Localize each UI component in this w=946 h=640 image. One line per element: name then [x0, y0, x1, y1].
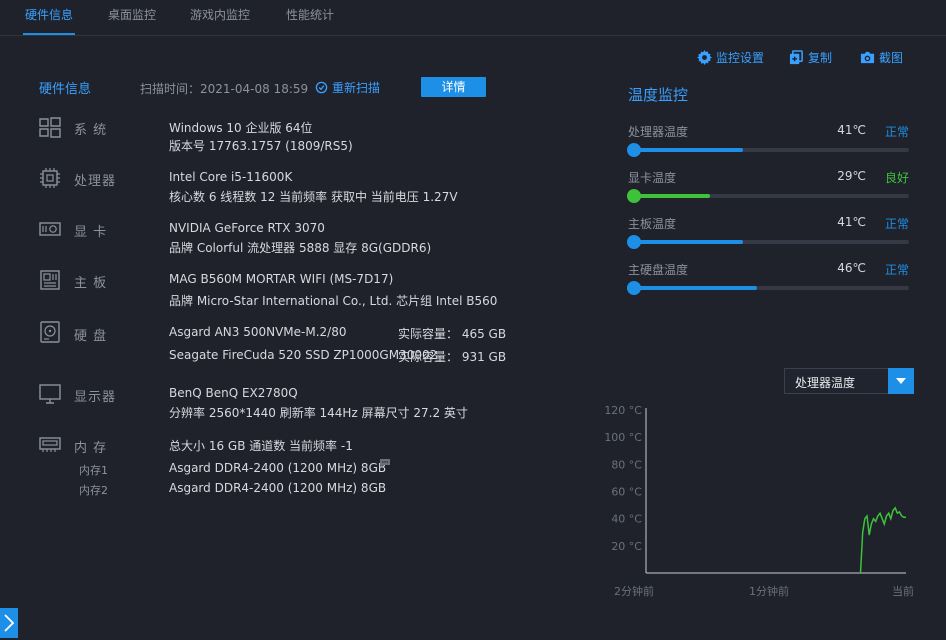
sensor-select-value: 处理器温度: [795, 376, 856, 390]
temp-status: 良好: [885, 171, 910, 185]
temp-bar: [627, 281, 909, 295]
tab-performance-stats[interactable]: 性能统计: [286, 7, 334, 35]
temp-bar-knob: [627, 143, 641, 157]
tab-desktop-monitor[interactable]: 桌面监控: [108, 7, 156, 35]
chart-y-tick-label: 100 °C: [604, 431, 642, 444]
temp-bar: [627, 189, 909, 203]
temp-bar-knob: [627, 281, 641, 295]
tab-in-game-monitor[interactable]: 游戏内监控: [190, 7, 250, 35]
disk1-name: Asgard AN3 500NVMe-M.2/80: [169, 325, 347, 339]
motherboard-line1: MAG B560M MORTAR WIFI (MS-7D17): [169, 272, 394, 286]
cpu-icon: [38, 166, 62, 190]
temp-bar-knob: [627, 235, 641, 249]
temperature-monitor-title: 温度监控: [628, 86, 689, 104]
sensor-select[interactable]: 处理器温度: [784, 368, 914, 394]
system-line1: Windows 10 企业版 64位: [169, 121, 313, 135]
temp-status: 正常: [885, 125, 910, 139]
chevron-right-icon: [4, 614, 15, 632]
temp-status: 正常: [885, 263, 910, 277]
temp-status: 正常: [885, 217, 910, 231]
temp-bar-knob: [627, 189, 641, 203]
tab-hardware-info[interactable]: 硬件信息: [22, 7, 76, 35]
rescan-button[interactable]: 重新扫描: [315, 79, 380, 96]
temp-value: 46℃: [837, 261, 866, 275]
chart-y-tick-label: 120 °C: [604, 404, 642, 417]
temp-bar-fill: [633, 148, 743, 152]
refresh-icon: [315, 81, 328, 94]
gpu-icon: [38, 217, 62, 241]
chart-y-tick-label: 20 °C: [611, 540, 642, 553]
memory-line1: 总大小 16 GB 通道数 当前频率 -1: [169, 439, 353, 453]
chart-series-line: [859, 506, 906, 574]
temp-bar: [627, 235, 909, 249]
memory-slot2-label: 内存2: [79, 484, 108, 497]
disk-label: 硬 盘: [74, 329, 108, 344]
disk2-name: Seagate FireCuda 520 SSD ZP1000GM30002: [169, 348, 438, 362]
screenshot-button[interactable]: 截图: [860, 48, 903, 66]
gpu-line1: NVIDIA GeForce RTX 3070: [169, 221, 325, 235]
chart-x-tick-label: 2分钟前: [614, 584, 654, 598]
memory-slot1: Asgard DDR4-2400 (1200 MHz) 8GB: [169, 461, 387, 475]
disk2-capacity: 实际容量： 931 GB: [398, 350, 507, 364]
temp-value: 29℃: [837, 169, 866, 183]
temp-value: 41℃: [837, 123, 866, 137]
copy-button[interactable]: 复制: [789, 48, 832, 66]
gpu-label: 显 卡: [74, 225, 108, 240]
chevron-down-icon[interactable]: [888, 368, 914, 394]
chart-x-tick-label: 1分钟前: [749, 584, 789, 598]
motherboard-line2: 品牌 Micro-Star International Co., Ltd. 芯片…: [169, 294, 498, 308]
temp-name: 显卡温度: [628, 171, 677, 185]
memory-icon: [38, 433, 62, 457]
chart-y-tick-label: 40 °C: [611, 513, 642, 526]
monitor-settings-button[interactable]: 监控设置: [697, 48, 764, 66]
temp-bar-fill: [633, 240, 743, 244]
hardware-info-title: 硬件信息: [39, 82, 92, 97]
system-line2: 版本号 17763.1757 (1809/RS5): [169, 139, 353, 153]
chart-x-tick-label: 当前: [892, 584, 914, 598]
chart-y-tick-label: 60 °C: [611, 486, 642, 499]
copy-label: 复制: [808, 50, 833, 65]
monitor-icon: [38, 382, 62, 406]
scan-time: 扫描时间：2021-04-08 18:59: [140, 82, 309, 96]
temp-bar-fill: [633, 286, 757, 290]
chart-y-tick-label: 80 °C: [611, 458, 642, 471]
temp-bar: [627, 143, 909, 157]
temp-value: 41℃: [837, 215, 866, 229]
temp-name: 主硬盘温度: [628, 263, 689, 277]
comment-icon[interactable]: [379, 458, 391, 468]
display-line2: 分辨率 2560*1440 刷新率 144Hz 屏幕尺寸 27.2 英寸: [169, 406, 468, 420]
monitor-settings-label: 监控设置: [716, 50, 765, 65]
detail-button[interactable]: 详情: [421, 77, 486, 97]
disk-icon: [38, 320, 62, 344]
temperature-chart: 120 °C 100 °C 80 °C 60 °C 40 °C 20 °C 2分钟前 1分钟前…: [604, 404, 914, 598]
cpu-label: 处理器: [74, 174, 117, 189]
memory-label: 内 存: [74, 441, 108, 456]
rescan-label: 重新扫描: [332, 81, 381, 95]
temp-bar-fill: [633, 194, 710, 198]
screenshot-label: 截图: [879, 50, 904, 65]
disk1-capacity: 实际容量： 465 GB: [398, 327, 507, 341]
motherboard-icon: [38, 268, 62, 292]
display-line1: BenQ BenQ EX2780Q: [169, 386, 298, 400]
memory-slot2: Asgard DDR4-2400 (1200 MHz) 8GB: [169, 481, 387, 495]
temp-name: 处理器温度: [628, 125, 689, 139]
copy-icon: [789, 49, 803, 64]
temp-name: 主板温度: [628, 217, 677, 231]
sidebar-toggle-button[interactable]: [0, 608, 18, 638]
motherboard-label: 主 板: [74, 276, 108, 291]
camera-icon: [860, 51, 875, 63]
system-label: 系 统: [74, 123, 108, 138]
gpu-line2: 品牌 Colorful 流处理器 5888 显存 8G(GDDR6): [169, 241, 432, 255]
cpu-line2: 核心数 6 线程数 12 当前频率 获取中 当前电压 1.27V: [169, 190, 458, 204]
windows-icon: [38, 115, 62, 139]
memory-slot1-label: 内存1: [79, 464, 108, 477]
cpu-line1: Intel Core i5-11600K: [169, 170, 293, 184]
gear-icon: [697, 49, 712, 65]
tab-bar: 硬件信息 桌面监控 游戏内监控 性能统计: [0, 0, 946, 36]
display-label: 显示器: [74, 390, 117, 405]
